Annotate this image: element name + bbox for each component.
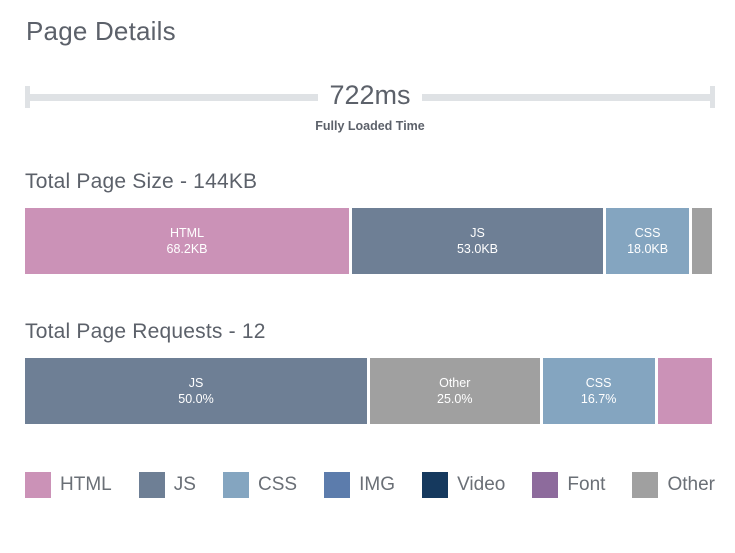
page-requests-stacked-bar: JS 50.0% Other 25.0% CSS 16.7% bbox=[25, 358, 715, 424]
legend-label: HTML bbox=[60, 474, 112, 495]
bar-segment-html[interactable] bbox=[657, 358, 712, 424]
bar-segment-name: Other bbox=[439, 376, 471, 390]
fully-loaded-time-block: 722ms Fully Loaded Time bbox=[25, 80, 715, 144]
legend-swatch-icon bbox=[25, 472, 51, 498]
bar-segment-css[interactable]: CSS 16.7% bbox=[542, 358, 655, 424]
bar-segment-value: 68.2KB bbox=[166, 242, 208, 256]
legend-swatch-icon bbox=[223, 472, 250, 498]
legend-label: IMG bbox=[359, 474, 396, 495]
legend-swatch-icon bbox=[422, 472, 449, 498]
bar-segment-value: 18.0KB bbox=[627, 242, 669, 256]
bar-segment-name: CSS bbox=[634, 226, 661, 240]
bar-segment-value: 25.0% bbox=[437, 392, 473, 406]
total-page-size-section: Total Page Size - 144KB HTML 68.2KB JS 53.0… bbox=[25, 170, 715, 274]
legend-item-js[interactable]: JS bbox=[138, 472, 196, 498]
fully-loaded-time-label: Fully Loaded Time bbox=[315, 119, 425, 133]
legend-label: Video bbox=[457, 474, 506, 495]
legend-label: Other bbox=[667, 474, 715, 495]
page-details-panel: Page Details 722ms Fully Loaded Time Tot… bbox=[0, 0, 735, 553]
total-page-size-title: Total Page Size - 144KB bbox=[25, 170, 258, 193]
total-page-requests-section: Total Page Requests - 12 JS 50.0% Other 25.… bbox=[25, 320, 715, 424]
legend-label: JS bbox=[173, 474, 196, 495]
bar-segment-other[interactable]: Other 25.0% bbox=[370, 358, 540, 424]
page-title: Page Details bbox=[26, 16, 176, 46]
bar-segment-name: JS bbox=[470, 226, 485, 240]
bar-segment-html[interactable]: HTML 68.2KB bbox=[25, 208, 350, 274]
legend-item-other[interactable]: Other bbox=[632, 472, 715, 498]
legend-item-css[interactable]: CSS bbox=[223, 472, 297, 498]
bar-segment-css[interactable]: CSS 18.0KB bbox=[605, 208, 690, 274]
legend-swatch-icon bbox=[632, 472, 659, 498]
legend-swatch-icon bbox=[138, 472, 165, 498]
bar-segment-name: CSS bbox=[585, 376, 612, 390]
legend-item-img[interactable]: IMG bbox=[324, 472, 395, 498]
legend-label: Font bbox=[567, 474, 606, 495]
legend-item-font[interactable]: Font bbox=[532, 472, 605, 498]
bar-segment-name: HTML bbox=[170, 226, 205, 240]
chart-legend: HTML JS CSS IMG Video Font Other bbox=[25, 472, 715, 498]
legend-item-html[interactable]: HTML bbox=[25, 472, 112, 498]
legend-swatch-icon bbox=[532, 472, 559, 498]
legend-swatch-icon bbox=[324, 472, 351, 498]
fully-loaded-time-value: 722ms bbox=[329, 80, 411, 110]
total-page-requests-title: Total Page Requests - 12 bbox=[25, 320, 266, 343]
bar-segment-js[interactable]: JS 53.0KB bbox=[352, 208, 603, 274]
legend-item-video[interactable]: Video bbox=[422, 472, 505, 498]
page-size-stacked-bar: HTML 68.2KB JS 53.0KB CSS 18.0KB bbox=[25, 208, 715, 274]
bar-segment-value: 16.7% bbox=[580, 392, 617, 406]
bar-segment-name: JS bbox=[188, 376, 204, 390]
bar-segment-other[interactable] bbox=[692, 208, 712, 274]
legend-label: CSS bbox=[258, 474, 298, 495]
bar-segment-value: 53.0KB bbox=[456, 242, 498, 256]
bar-segment-js[interactable]: JS 50.0% bbox=[25, 358, 367, 424]
bar-segment-value: 50.0% bbox=[178, 392, 214, 406]
